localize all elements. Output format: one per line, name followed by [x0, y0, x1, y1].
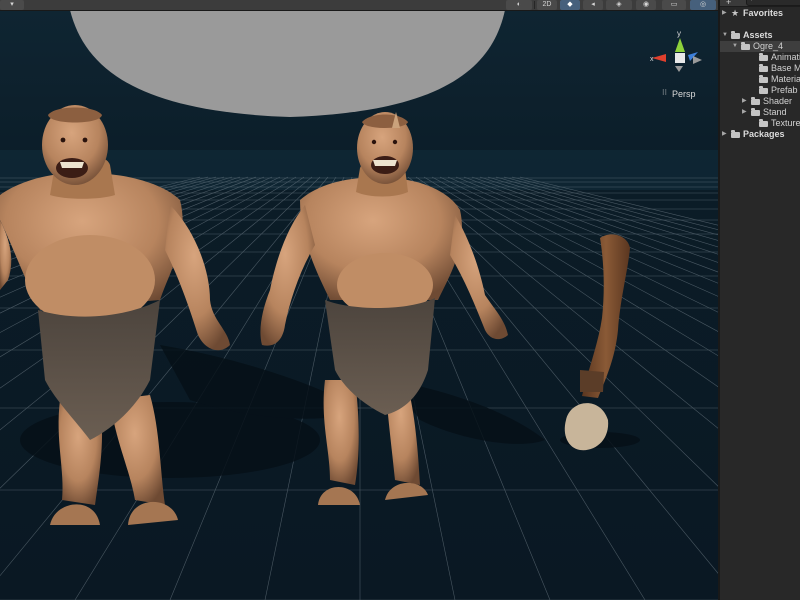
toggle-2d-label: 2D: [542, 1, 552, 8]
visibility-toggle[interactable]: ◉: [636, 0, 656, 10]
globe-icon: ◎: [699, 1, 707, 8]
gizmo-x-label: x: [650, 56, 654, 63]
tree-item-shader[interactable]: ▶ Shader: [720, 96, 800, 107]
club-weapon[interactable]: [564, 234, 630, 451]
scene-toolbar: ▾ ◐ 2D ◆ ◂ ◈ ◉ ▭ ◎: [0, 0, 718, 11]
project-panel-header: + ⌕: [720, 0, 800, 7]
tree-item-assets[interactable]: ▼ Assets: [720, 30, 800, 41]
folder-icon: [759, 53, 768, 61]
tree-item-stand[interactable]: ▶ Stand: [720, 107, 800, 118]
expand-arrow-open-icon[interactable]: ▼: [722, 30, 728, 41]
folder-icon: [741, 42, 750, 50]
tree-item-texture[interactable]: Texture: [720, 118, 800, 129]
eye-icon: ◉: [642, 1, 650, 8]
toggle-audio-button[interactable]: ◂: [583, 0, 603, 10]
scene-view[interactable]: y x ⁝⁝ Persp: [0, 10, 718, 600]
tree-item-label: Animation: [771, 52, 800, 62]
gizmo-x-axis: [652, 54, 666, 62]
gizmo-center-cube: [675, 53, 685, 63]
tree-item-prefab[interactable]: Prefab: [720, 85, 800, 96]
expand-arrow-closed-icon[interactable]: ▶: [722, 8, 727, 19]
expand-arrow-closed-icon[interactable]: ▶: [742, 107, 747, 118]
tree-item-label: Packages: [743, 129, 785, 139]
tree-item-label: Stand: [763, 107, 787, 117]
effects-icon: ◈: [616, 1, 622, 8]
projection-toggle[interactable]: Persp: [672, 89, 696, 99]
gizmo-y-label: y: [677, 29, 681, 38]
folder-icon: [751, 108, 760, 116]
folder-icon: [759, 64, 768, 72]
projection-icon: ⁝⁝: [662, 88, 668, 97]
tree-item-label: Shader: [763, 96, 793, 106]
lightbulb-icon: ◆: [567, 1, 573, 8]
search-icon: ⌕: [751, 0, 755, 4]
tree-item-label: Assets: [743, 30, 773, 40]
tree-item-materials[interactable]: Materials: [720, 74, 800, 85]
tree-item-label: Favorites: [743, 8, 784, 18]
scene-canvas[interactable]: [0, 10, 718, 600]
render-mode-dropdown[interactable]: ◐: [506, 0, 532, 10]
tree-item-label: Prefab: [771, 85, 798, 95]
chevron-down-icon: ▾: [10, 1, 14, 8]
folder-icon: [731, 31, 740, 39]
tree-item-label: Base Mesh: [771, 63, 800, 73]
folder-icon: [751, 97, 760, 105]
tree-item-animation[interactable]: Animation: [720, 52, 800, 63]
folder-icon: [759, 86, 768, 94]
effects-dropdown[interactable]: ◈: [606, 0, 632, 10]
tree-item-packages[interactable]: ▶ Packages: [720, 129, 800, 140]
expand-arrow-open-icon[interactable]: ▼: [732, 41, 738, 52]
tree-item-ogre-4[interactable]: ▼ Ogre_4: [720, 41, 800, 52]
gizmo-y-axis: [675, 38, 685, 52]
tree-item-base-mesh[interactable]: Base Mesh: [720, 63, 800, 74]
scene-view-dropdown[interactable]: ▾: [0, 0, 24, 10]
toggle-2d-button[interactable]: 2D: [537, 0, 557, 10]
folder-icon: [731, 130, 740, 138]
camera-settings-dropdown[interactable]: ▭: [662, 0, 686, 10]
expand-arrow-closed-icon[interactable]: ▶: [742, 96, 747, 107]
expand-arrow-closed-icon[interactable]: ▶: [722, 129, 727, 140]
shading-mode-icon: ◐: [516, 1, 522, 8]
folder-icon: [759, 119, 768, 127]
tree-item-label: Ogre_4: [753, 41, 784, 51]
gizmos-dropdown[interactable]: ◎: [690, 0, 716, 10]
tree-item-label: Materials: [771, 74, 800, 84]
star-icon: ★: [731, 8, 740, 18]
sphere-object[interactable]: [70, 10, 505, 117]
tree-item-label: Texture: [771, 118, 800, 128]
add-asset-button[interactable]: +: [726, 0, 731, 7]
speaker-icon: ◂: [591, 1, 595, 8]
toggle-lighting-button[interactable]: ◆: [560, 0, 580, 10]
folder-icon: [759, 75, 768, 83]
project-panel: + ⌕ ▶ ★Favorites ▼ Assets ▼ Ogre_4AnimationBa…: [718, 0, 800, 600]
tree-item-favorites[interactable]: ▶ ★ Favorites: [720, 8, 800, 19]
camera-icon: ▭: [670, 1, 678, 8]
